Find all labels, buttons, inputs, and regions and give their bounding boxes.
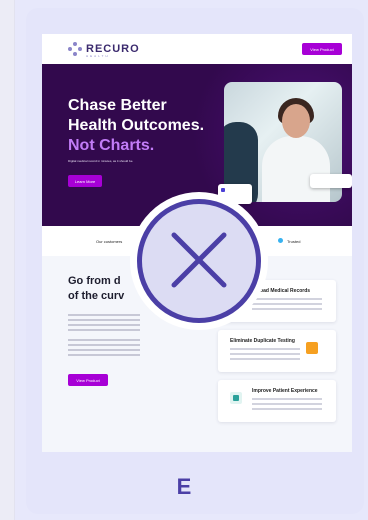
logo-mark-icon [68,42,82,56]
duplicate-icon [306,342,318,354]
feature-description [252,298,322,300]
doctor-face [282,104,310,138]
patient-icon [230,392,242,404]
feature-title: Eliminate Duplicate Testing [230,338,295,344]
feature-title: Improve Patient Experience [252,388,318,394]
section-cta-button[interactable]: View Product [68,374,108,386]
hero-cta-button[interactable]: Learn More [68,175,102,187]
feature-description [252,398,322,400]
hero-headline-line2: Health Outcomes. [68,117,205,134]
doctor-coat [262,136,330,202]
left-divider [0,0,15,520]
section-heading: Go from d of the curv [68,274,124,304]
site-logo[interactable]: RECURO HEALTH [68,42,140,58]
trust-strip-left: Our customers [96,239,123,244]
close-icon [171,232,227,288]
hero-headline-accent: Not Charts. [68,137,155,154]
document-icon [221,188,225,192]
section-heading-line2: of the curv [68,290,125,302]
floating-card-right [310,174,352,188]
option-label: E [176,474,192,499]
feature-description [230,348,300,350]
hero-headline: Chase Better Health Outcomes. Not Charts… [68,96,238,156]
feature-card-patient[interactable]: Improve Patient Experience [218,380,336,422]
trust-strip-right: Trusted [287,239,301,244]
view-product-button[interactable]: View Product [302,43,342,55]
hero-headline-line1: Chase Better [68,97,167,114]
section-heading-line1: Go from d [68,275,121,287]
option-panel: RECURO HEALTH View Product Chase Better … [0,0,368,520]
logo-sub: HEALTH [86,54,110,58]
hero-tagline: Digital medical record in minutes, as it… [68,159,134,163]
section-paragraph [68,314,140,316]
feature-card-duplicate[interactable]: Eliminate Duplicate Testing [218,330,336,372]
site-header: RECURO HEALTH View Product [42,34,352,64]
status-dot-icon [278,238,283,243]
